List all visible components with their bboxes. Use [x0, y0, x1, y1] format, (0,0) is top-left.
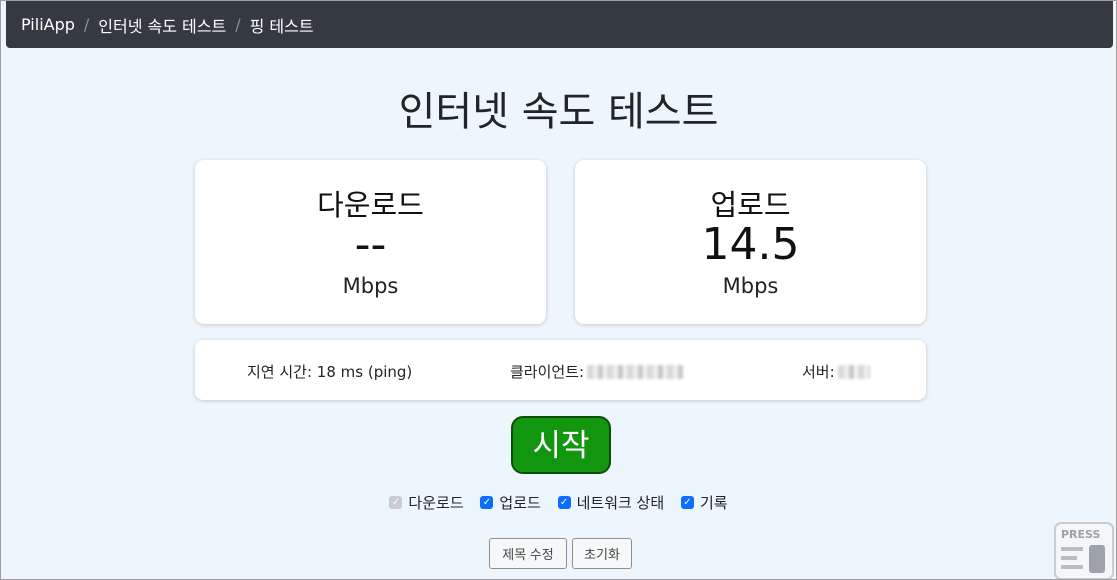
breadcrumb-separator: /: [83, 15, 90, 34]
press-watermark-icon: PRESS: [1054, 522, 1114, 579]
server-info: 서버:: [802, 361, 870, 382]
connection-info-bar: 지연 시간: 18 ms (ping) 클라이언트: 서버:: [195, 340, 926, 400]
download-card: 다운로드 -- Mbps: [195, 160, 546, 324]
latency-value: 지연 시간: 18 ms (ping): [247, 363, 413, 381]
reset-button[interactable]: 초기화: [572, 538, 632, 569]
page-frame: PiliApp / 인터넷 속도 테스트 / 핑 테스트 인터넷 속도 테스트 …: [0, 0, 1117, 580]
checkbox-network-status[interactable]: ✓: [557, 496, 571, 509]
option-network-status-label: 네트워크 상태: [576, 494, 665, 512]
breadcrumb-home[interactable]: PiliApp: [21, 15, 75, 34]
checkbox-upload[interactable]: ✓: [480, 496, 494, 509]
press-watermark-text: PRESS: [1061, 528, 1100, 541]
option-download: ✓ 다운로드: [389, 492, 464, 513]
server-label: 서버:: [802, 363, 835, 381]
client-label: 클라이언트:: [510, 363, 585, 381]
client-info: 클라이언트:: [510, 361, 684, 382]
page-title: 인터넷 속도 테스트: [398, 89, 719, 135]
breadcrumb-separator: /: [235, 15, 241, 34]
start-button[interactable]: 시작: [511, 416, 611, 474]
option-history[interactable]: ✓ 기록: [680, 492, 728, 513]
checkbox-download: ✓: [389, 496, 403, 509]
option-network-status[interactable]: ✓ 네트워크 상태: [557, 492, 665, 513]
server-redacted: [837, 364, 870, 379]
client-ip-redacted: [587, 364, 684, 379]
upload-unit: Mbps: [722, 274, 779, 298]
test-options: ✓ 다운로드 ✓ 업로드 ✓ 네트워크 상태 ✓ 기록: [1, 491, 1116, 513]
upload-card: 업로드 14.5 Mbps: [575, 160, 926, 324]
option-upload[interactable]: ✓ 업로드: [480, 492, 541, 513]
checkbox-history[interactable]: ✓: [680, 496, 694, 509]
option-upload-label: 업로드: [499, 494, 541, 512]
download-unit: Mbps: [342, 274, 399, 298]
upload-value: 14.5: [701, 219, 800, 270]
breadcrumb: PiliApp / 인터넷 속도 테스트 / 핑 테스트: [6, 1, 1113, 48]
latency-text: 지연 시간: 18 ms (ping): [247, 361, 412, 382]
breadcrumb-ping-test[interactable]: 핑 테스트: [250, 13, 314, 37]
breadcrumb-speed-test[interactable]: 인터넷 속도 테스트: [98, 13, 226, 37]
option-download-label: 다운로드: [408, 494, 464, 512]
download-value: --: [354, 219, 387, 270]
edit-title-button[interactable]: 제목 수정: [489, 538, 567, 569]
option-history-label: 기록: [699, 494, 728, 512]
